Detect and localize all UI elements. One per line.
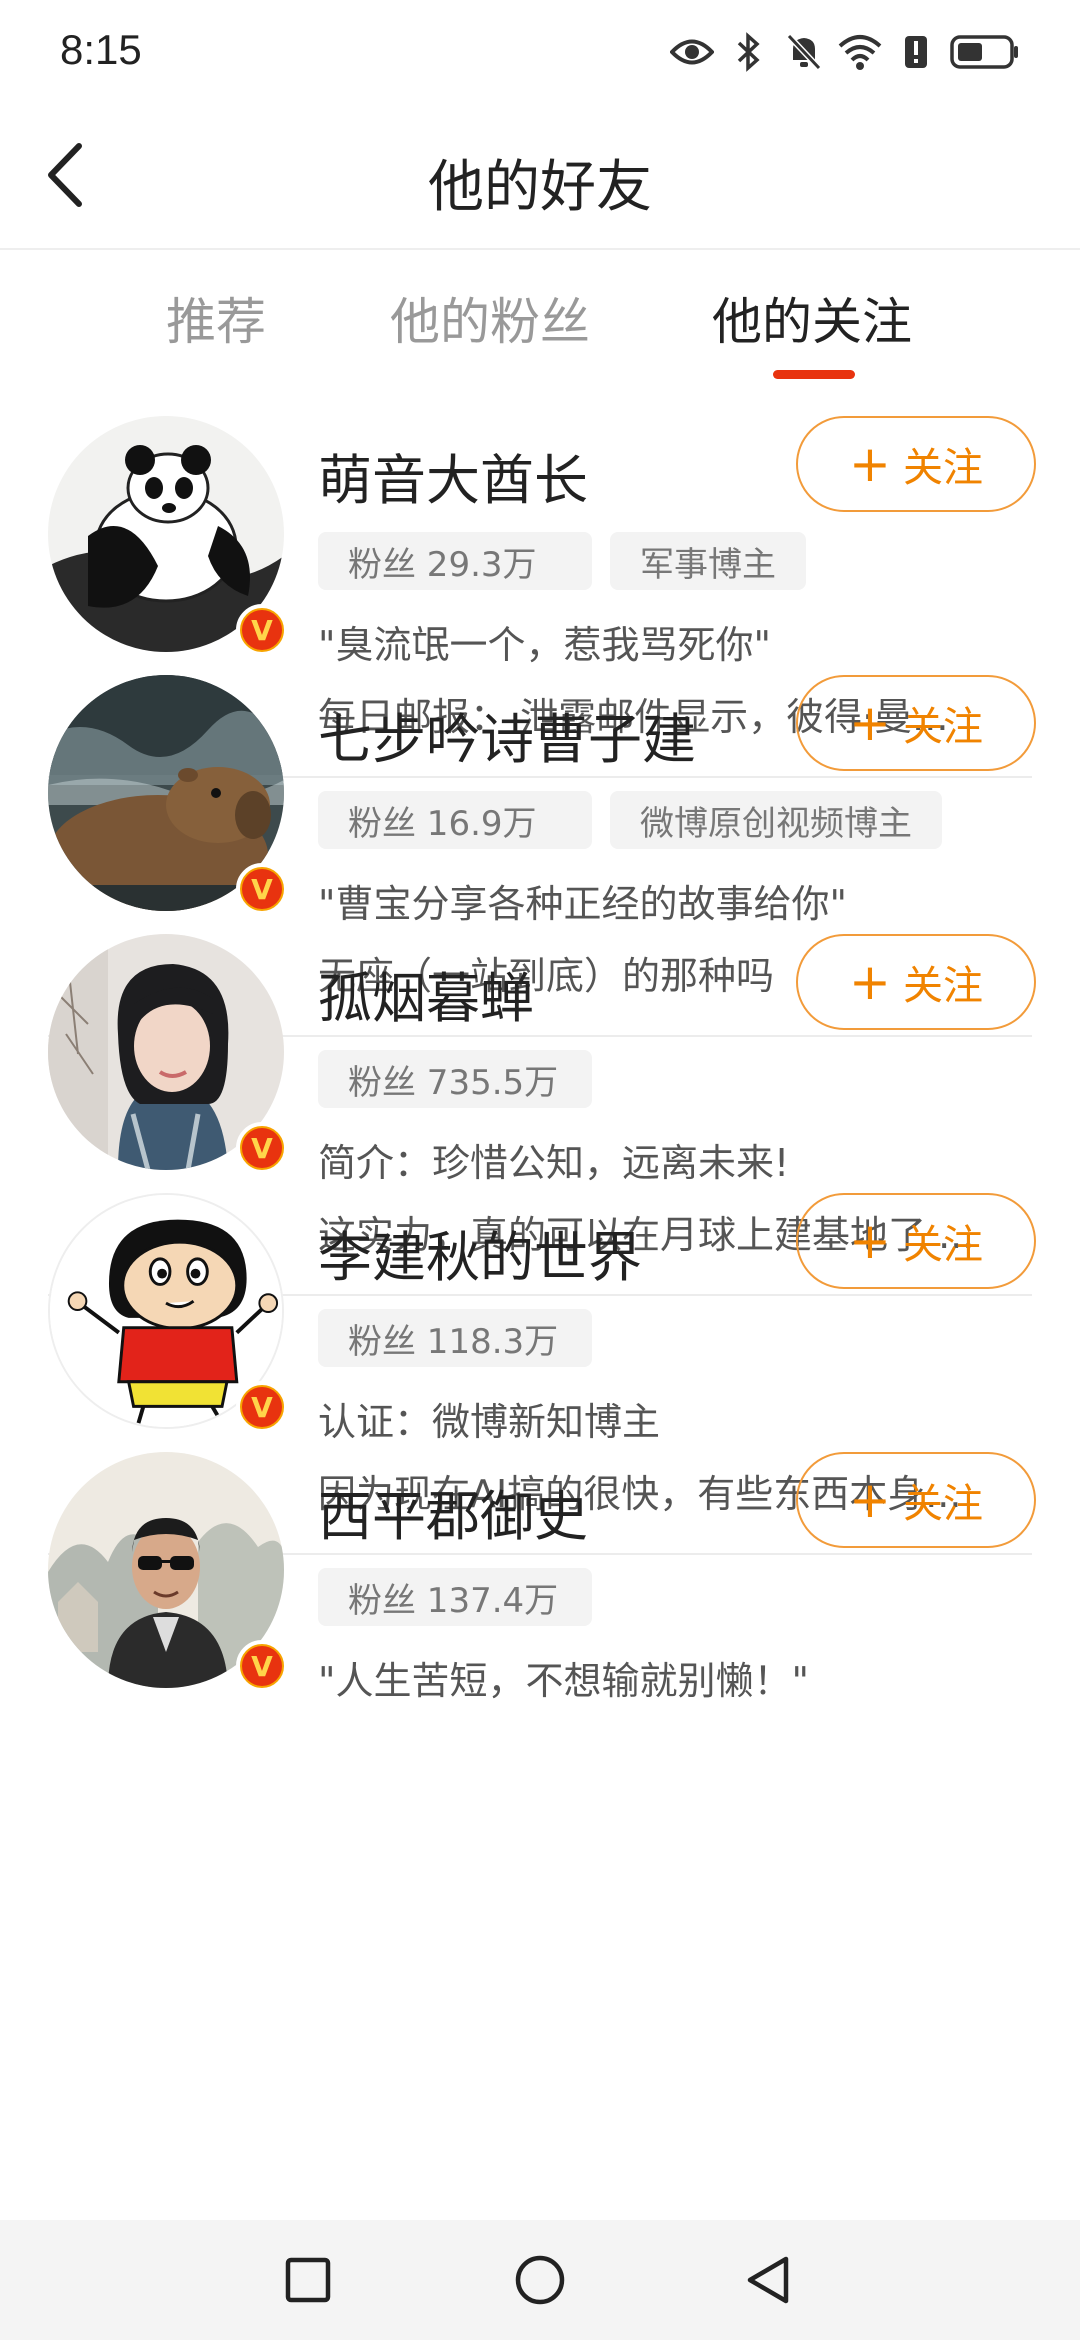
status-time: 8:15 [60,26,142,73]
category-badge: 军事博主 [610,532,806,590]
follow-button[interactable]: + 关注 [796,675,1036,771]
page-title: 他的好友 [428,155,652,220]
user-name[interactable]: 李建秋的世界 [318,1213,642,1292]
fans-count-badge: 粉丝 29.3万 [318,532,592,590]
category-badge: 微博原创视频博主 [610,791,942,849]
verified-badge-icon: V [236,604,288,656]
status-bar: 8:15 [0,0,1080,100]
bluetooth-icon [726,30,770,74]
recent-apps-icon[interactable] [278,2250,338,2310]
mute-icon [782,30,826,74]
fans-count-badge: 粉丝 735.5万 [318,1050,592,1108]
plus-icon: + [849,435,891,493]
plus-icon: + [849,694,891,752]
system-nav-bar [0,2220,1080,2340]
avatar[interactable]: V [48,1193,288,1433]
plus-icon: + [849,1212,891,1270]
user-name[interactable]: 七步吟诗曹子建 [318,695,696,774]
tag-row: 粉丝 29.3万 军事博主 [318,532,806,590]
list-item[interactable]: V 西平郡御史 + 关注 粉丝 137.4万 "人生苦短，不想输就别懒！" [0,1428,1080,1814]
avatar[interactable]: V [48,934,288,1174]
follow-button[interactable]: + 关注 [796,934,1036,1030]
verified-badge-icon: V [236,1122,288,1174]
tag-row: 粉丝 137.4万 [318,1568,592,1626]
avatar[interactable]: V [48,675,288,915]
follow-label: 关注 [902,1222,983,1268]
follow-label: 关注 [902,1481,983,1527]
user-list: V 萌音大酋长 + 关注 粉丝 29.3万 军事博主 "臭流氓一个，惹我骂死你"… [0,392,1080,2220]
tag-row: 粉丝 735.5万 [318,1050,592,1108]
plus-icon: + [849,953,891,1011]
plus-icon: + [849,1471,891,1529]
battery-icon [950,30,1020,74]
user-bio: "人生苦短，不想输就别懒！" [318,1659,809,1703]
back-icon[interactable] [738,2250,798,2310]
tab-his-following[interactable]: 他的关注 [712,282,912,354]
follow-label: 关注 [902,963,983,1009]
follow-button[interactable]: + 关注 [796,416,1036,512]
user-name[interactable]: 孤烟暮蝉 [318,954,534,1033]
tab-bar: 推荐 他的粉丝 他的关注 [0,252,1080,392]
follow-label: 关注 [902,445,983,491]
user-name[interactable]: 萌音大酋长 [318,436,588,515]
user-name[interactable]: 西平郡御史 [318,1472,588,1551]
fans-count-badge: 粉丝 137.4万 [318,1568,592,1626]
header: 他的好友 [0,100,1080,250]
tag-row: 粉丝 118.3万 [318,1309,592,1367]
follow-button[interactable]: + 关注 [796,1452,1036,1548]
home-icon[interactable] [510,2250,570,2310]
active-tab-indicator [773,370,855,379]
verified-badge-icon: V [236,1640,288,1692]
fans-count-badge: 粉丝 118.3万 [318,1309,592,1367]
verified-badge-icon: V [236,863,288,915]
avatar[interactable]: V [48,416,288,656]
verified-badge-icon: V [236,1381,288,1433]
fans-count-badge: 粉丝 16.9万 [318,791,592,849]
tab-recommend[interactable]: 推荐 [166,282,266,354]
tag-row: 粉丝 16.9万 微博原创视频博主 [318,791,942,849]
follow-label: 关注 [902,704,983,750]
tab-his-fans[interactable]: 他的粉丝 [390,282,590,354]
follow-button[interactable]: + 关注 [796,1193,1036,1289]
status-icons [670,28,1020,76]
avatar[interactable]: V [48,1452,288,1692]
alert-icon [894,30,938,74]
eye-icon [670,30,714,74]
wifi-icon [838,30,882,74]
